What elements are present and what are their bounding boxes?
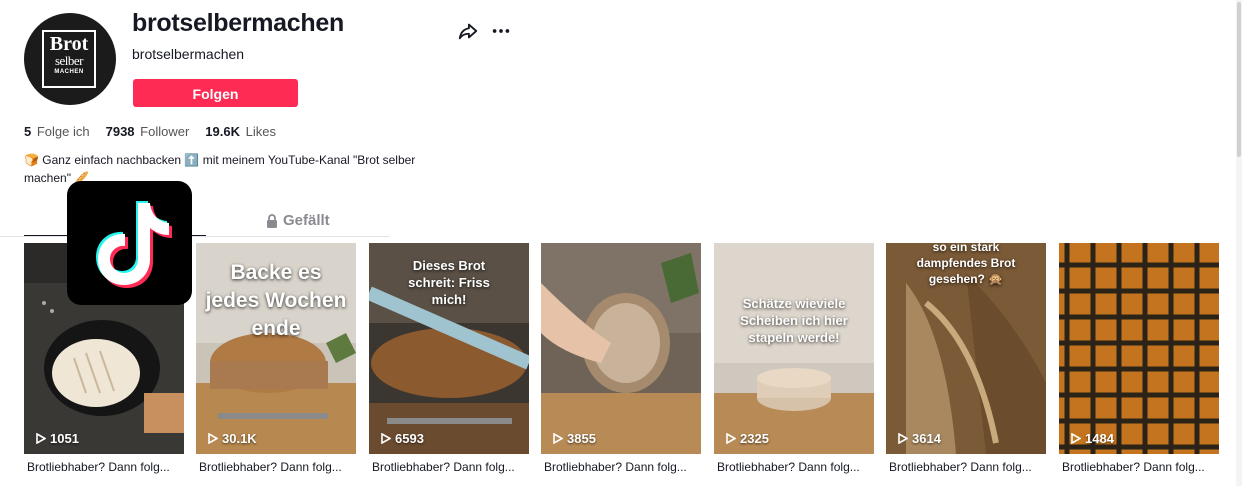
stat-likes: 19.6K Likes (205, 124, 276, 139)
video-card[interactable]: Dieses Brot schreit: Friss mich! 6593 (369, 243, 529, 454)
play-icon (1071, 433, 1081, 444)
video-card[interactable]: 1484 (1059, 243, 1219, 454)
view-count: 1051 (36, 431, 79, 446)
play-icon (553, 433, 563, 444)
play-icon (381, 433, 391, 444)
view-count: 2325 (726, 431, 769, 446)
follow-button[interactable]: Folgen (133, 79, 298, 107)
video-caption[interactable]: Brotliebhaber? Dann folg... (544, 460, 704, 474)
video-card[interactable]: Backe es jedes Wochen ende 30.1K (196, 243, 356, 454)
video-overlay-text: so ein stark dampfendes Brot gesehen? 🙊 (916, 243, 1016, 286)
play-icon (726, 433, 736, 444)
video-card[interactable]: 3855 (541, 243, 701, 454)
avatar[interactable]: Brot selber MACHEN (24, 13, 116, 105)
avatar-logo: Brot selber MACHEN (42, 30, 96, 88)
video-card[interactable]: so ein stark dampfendes Brot gesehen? 🙊 … (886, 243, 1046, 454)
bio-text-1: Ganz einfach nachbacken (42, 153, 182, 167)
view-count: 30.1K (208, 431, 257, 446)
view-count: 3855 (553, 431, 596, 446)
video-thumbnail (541, 243, 701, 454)
stat-following[interactable]: 5 Folge ich (24, 124, 90, 139)
scrollbar-thumb[interactable] (1237, 2, 1241, 157)
share-icon[interactable] (457, 20, 479, 42)
avatar-logo-line-2: selber (54, 53, 84, 68)
view-count: 1484 (1071, 431, 1114, 446)
video-caption[interactable]: Brotliebhaber? Dann folg... (717, 460, 877, 474)
play-icon (898, 433, 908, 444)
video-caption[interactable]: Brotliebhaber? Dann folg... (199, 460, 359, 474)
up-arrow-emoji: ⬆️ (184, 153, 200, 167)
video-thumbnail (1059, 243, 1219, 454)
play-icon (208, 433, 218, 444)
tab-divider (0, 236, 390, 237)
avatar-logo-line-1: Brot (49, 33, 89, 55)
video-caption[interactable]: Brotliebhaber? Dann folg... (889, 460, 1049, 474)
avatar-logo-line-3: MACHEN (54, 69, 84, 75)
bread-emoji: 🍞 (24, 153, 39, 167)
view-count: 3614 (898, 431, 941, 446)
stat-followers[interactable]: 7938 Follower (106, 124, 190, 139)
tab-liked-label: Gefällt (283, 212, 330, 229)
play-icon (36, 433, 46, 444)
video-caption[interactable]: Brotliebhaber? Dann folg... (1062, 460, 1222, 474)
tiktok-logo-icon (67, 181, 192, 305)
video-caption[interactable]: Brotliebhaber? Dann folg... (27, 460, 187, 474)
video-caption[interactable]: Brotliebhaber? Dann folg... (372, 460, 532, 474)
profile-handle: brotselbermachen (132, 46, 245, 62)
view-count: 6593 (381, 431, 424, 446)
video-overlay-text: Dieses Brot schreit: Friss mich! (408, 258, 490, 307)
video-card[interactable]: Schätze wieviele Scheiben ich hier stape… (714, 243, 874, 454)
scrollbar[interactable] (1236, 0, 1242, 486)
video-overlay-text: Backe es jedes Wochen ende (205, 261, 347, 340)
profile-stats: 5 Folge ich 7938 Follower 19.6K Likes (24, 124, 276, 139)
lock-icon (267, 213, 277, 228)
tab-liked[interactable]: Gefällt (266, 212, 330, 229)
video-thumbnail (714, 243, 874, 454)
more-icon[interactable] (490, 20, 512, 42)
profile-username: brotselbermachen (132, 9, 344, 37)
video-overlay-text: Schätze wieviele Scheiben ich hier stape… (740, 296, 848, 345)
